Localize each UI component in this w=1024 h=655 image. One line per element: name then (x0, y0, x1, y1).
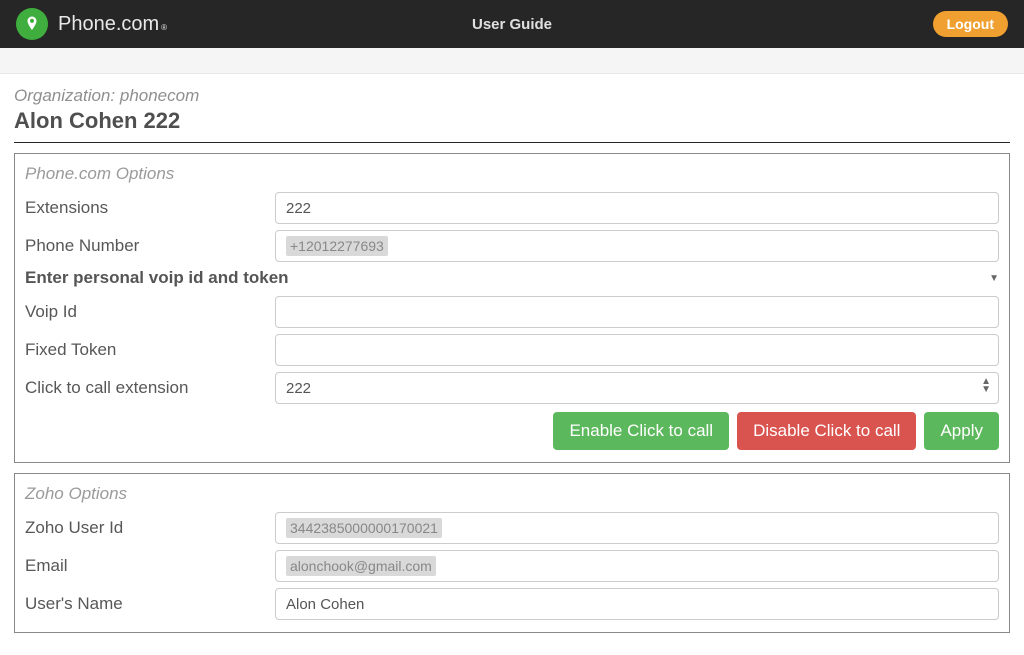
row-voip-id: Voip Id (25, 296, 999, 328)
voip-accordion-title: Enter personal voip id and token (25, 268, 289, 288)
apply-button[interactable]: Apply (924, 412, 999, 450)
panel-phonecom-options: Phone.com Options Extensions Phone Numbe… (14, 153, 1010, 463)
panel-legend-zoho: Zoho Options (25, 484, 999, 504)
chevron-down-icon: ▼ (989, 273, 999, 284)
row-extensions: Extensions (25, 192, 999, 224)
zoho-email-redacted: alonchook@gmail.com (286, 556, 436, 576)
voip-accordion-header[interactable]: Enter personal voip id and token ▼ (25, 268, 999, 288)
zoho-name-label: User's Name (25, 594, 275, 614)
extensions-label: Extensions (25, 198, 275, 218)
extensions-input[interactable] (275, 192, 999, 224)
phone-number-label: Phone Number (25, 236, 275, 256)
topbar: Phone.com ® User Guide Logout (0, 0, 1024, 48)
phone-number-display: +12012277693 (275, 230, 999, 262)
pin-icon (23, 15, 41, 33)
click-to-call-ext-select[interactable] (275, 372, 999, 404)
row-zoho-user-id: Zoho User Id 3442385000000170021 (25, 512, 999, 544)
organization-line: Organization: phonecom (14, 86, 1010, 106)
fixed-token-input[interactable] (275, 334, 999, 366)
panel-legend: Phone.com Options (25, 164, 999, 184)
panel-zoho-options: Zoho Options Zoho User Id 34423850000001… (14, 473, 1010, 633)
row-zoho-name: User's Name (25, 588, 999, 620)
brand-text: Phone.com ® (58, 13, 167, 36)
fixed-token-label: Fixed Token (25, 340, 275, 360)
row-fixed-token: Fixed Token (25, 334, 999, 366)
phone-number-redacted: +12012277693 (286, 236, 388, 256)
voip-id-input[interactable] (275, 296, 999, 328)
zoho-user-id-label: Zoho User Id (25, 518, 275, 538)
disable-click-to-call-button[interactable]: Disable Click to call (737, 412, 916, 450)
row-phone-number: Phone Number +12012277693 (25, 230, 999, 262)
page-body: Organization: phonecom Alon Cohen 222 Ph… (0, 74, 1024, 655)
phonecom-button-row: Enable Click to call Disable Click to ca… (25, 412, 999, 450)
organization-label: Organization: (14, 86, 115, 105)
zoho-email-label: Email (25, 556, 275, 576)
zoho-user-id-redacted: 3442385000000170021 (286, 518, 442, 538)
zoho-name-input[interactable] (275, 588, 999, 620)
organization-name: phonecom (120, 86, 199, 105)
row-zoho-email: Email alonchook@gmail.com (25, 550, 999, 582)
zoho-user-id-display: 3442385000000170021 (275, 512, 999, 544)
page-title: Alon Cohen 222 (14, 108, 1010, 143)
logout-button[interactable]: Logout (933, 11, 1008, 37)
registered-mark: ® (161, 23, 167, 32)
click-to-call-ext-label: Click to call extension (25, 378, 275, 398)
brand-logo (16, 8, 48, 40)
sub-topbar-gap (0, 48, 1024, 74)
user-guide-link[interactable]: User Guide (472, 16, 552, 33)
brand-name: Phone.com (58, 13, 159, 36)
voip-id-label: Voip Id (25, 302, 275, 322)
enable-click-to-call-button[interactable]: Enable Click to call (553, 412, 729, 450)
topbar-left: Phone.com ® (16, 8, 167, 40)
row-click-to-call-ext: Click to call extension ▲▼ (25, 372, 999, 404)
zoho-email-display: alonchook@gmail.com (275, 550, 999, 582)
